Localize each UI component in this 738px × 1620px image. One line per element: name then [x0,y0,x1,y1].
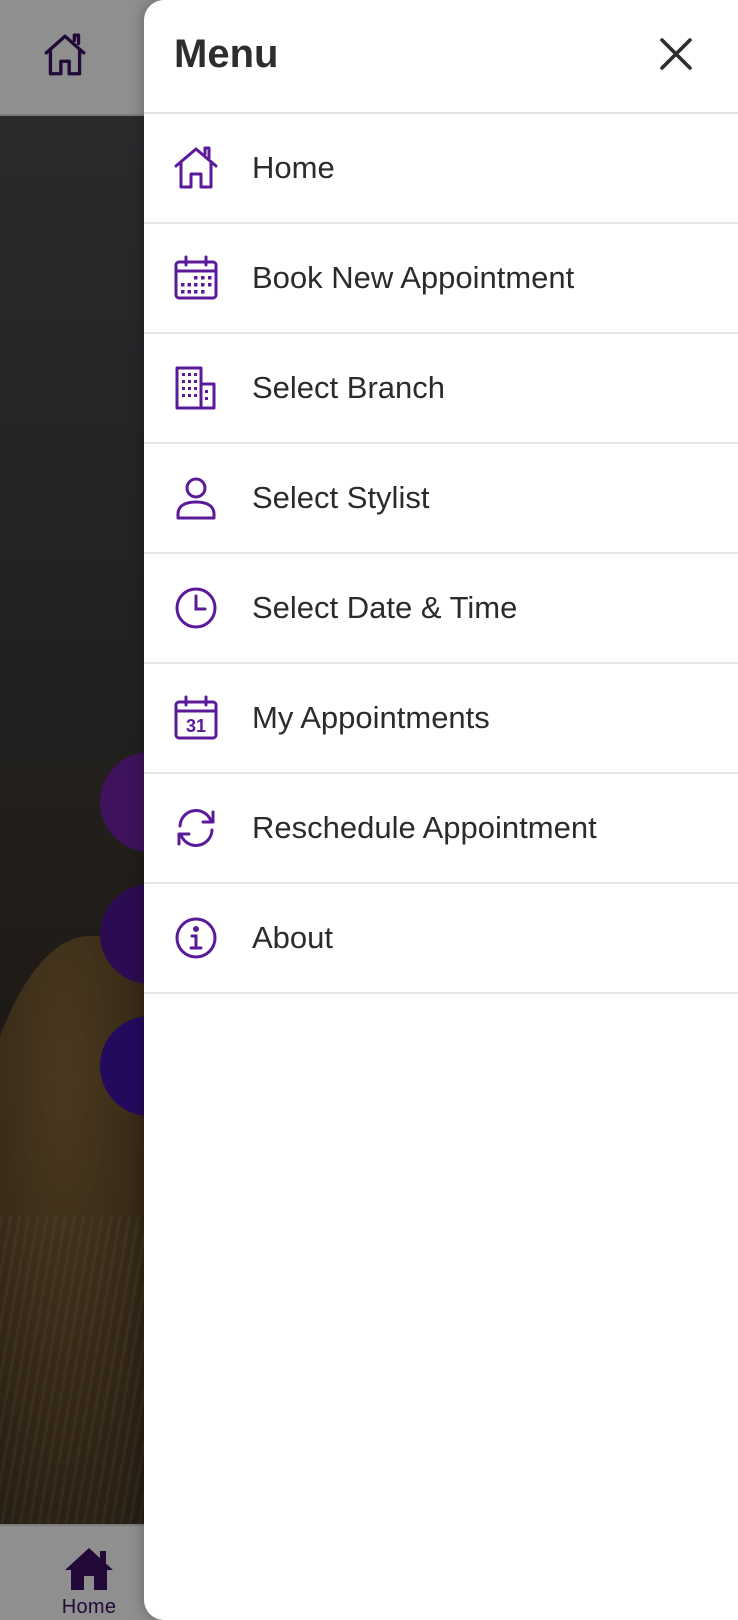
person-icon [172,474,220,522]
menu-item-label: Select Branch [252,370,445,405]
home-icon [172,144,220,192]
menu-item-label: Select Stylist [252,480,430,515]
drawer-title: Menu [174,32,279,76]
close-button[interactable] [658,36,694,72]
close-icon [660,38,692,70]
menu-item-select-date-time[interactable]: Select Date & Time [144,554,738,664]
menu-item-book-new-appointment[interactable]: Book New Appointment [144,224,738,334]
app-screen: Home Menu Home Book New Appointment Sele… [0,0,738,1620]
menu-item-about[interactable]: About [144,884,738,994]
menu-item-reschedule-appointment[interactable]: Reschedule Appointment [144,774,738,884]
building-icon [172,364,220,412]
side-menu-drawer: Menu Home Book New Appointment Select Br… [144,0,738,1620]
menu-item-select-branch[interactable]: Select Branch [144,334,738,444]
menu-item-my-appointments[interactable]: 31 My Appointments [144,664,738,774]
svg-text:31: 31 [186,716,206,736]
refresh-icon [172,804,220,852]
menu-item-label: Home [252,150,335,185]
calendar-grid-icon [172,254,220,302]
menu-item-label: Book New Appointment [252,260,575,295]
menu-item-label: Select Date & Time [252,590,518,625]
menu-item-label: My Appointments [252,700,490,735]
calendar-31-icon: 31 [172,694,220,742]
drawer-header: Menu [144,0,738,114]
menu-list: Home Book New Appointment Select Branch … [144,114,738,994]
menu-item-label: About [252,920,334,955]
menu-item-select-stylist[interactable]: Select Stylist [144,444,738,554]
menu-item-label: Reschedule Appointment [252,810,597,845]
clock-icon [172,584,220,632]
menu-item-home[interactable]: Home [144,114,738,224]
info-icon [172,914,220,962]
